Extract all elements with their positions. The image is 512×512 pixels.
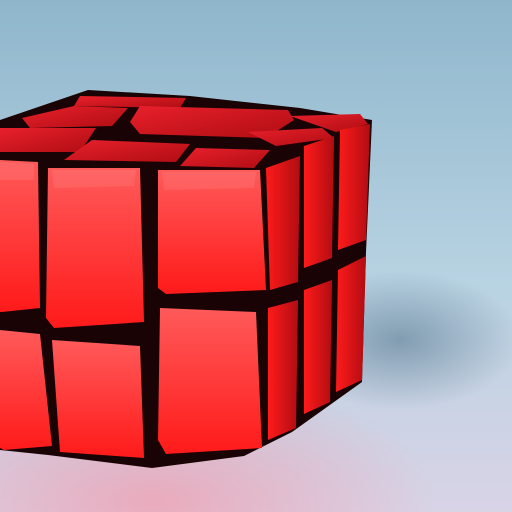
side-sticker: [338, 124, 370, 250]
front-sticker: [46, 168, 144, 328]
highlight: [162, 172, 256, 190]
side-sticker: [336, 256, 366, 392]
top-sticker: [74, 96, 186, 108]
highlight: [0, 162, 34, 180]
side-sticker: [304, 280, 332, 414]
cube-photo: [0, 0, 512, 512]
side-sticker: [266, 156, 300, 290]
top-sticker: [180, 148, 270, 168]
highlight: [52, 170, 136, 188]
side-sticker: [268, 300, 298, 440]
photo-scene: [0, 0, 512, 512]
front-sticker: [158, 308, 262, 454]
side-sticker: [304, 136, 334, 268]
front-sticker: [52, 340, 144, 458]
front-sticker: [0, 160, 40, 312]
